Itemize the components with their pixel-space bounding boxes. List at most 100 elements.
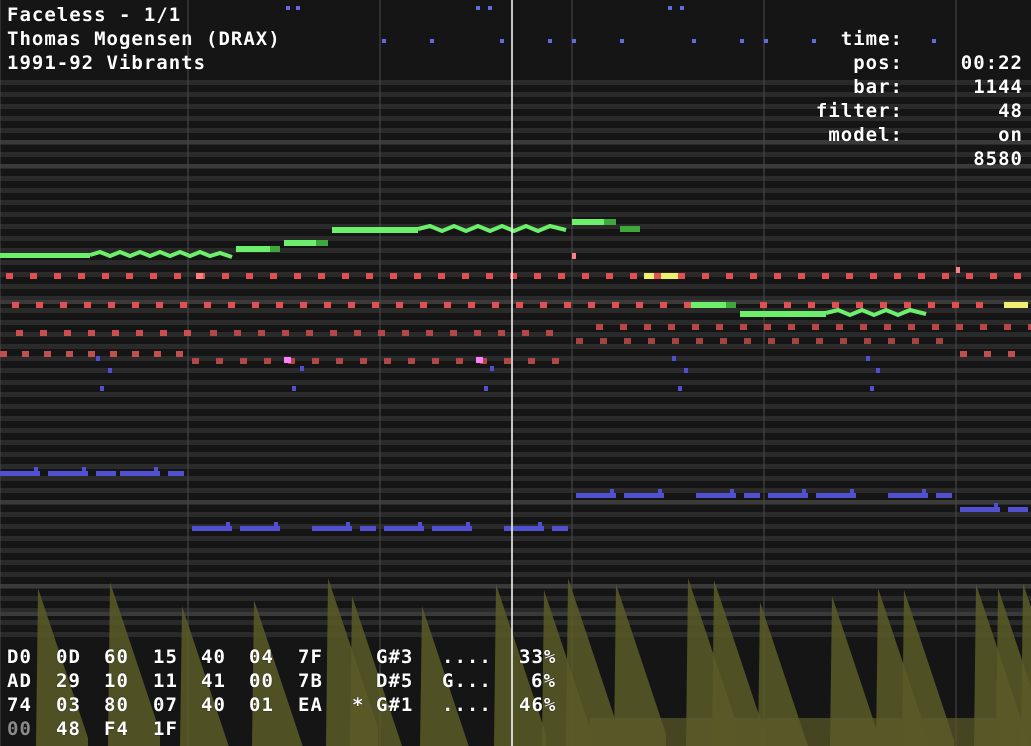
bass-slide bbox=[538, 522, 542, 526]
octave-stripe bbox=[0, 300, 1031, 304]
mid-note bbox=[180, 302, 187, 308]
song-author: Thomas Mogensen (DRAX) bbox=[7, 28, 281, 50]
reg-byte: 15 bbox=[153, 646, 178, 668]
row-stripe bbox=[0, 260, 1031, 265]
mid-note bbox=[102, 273, 109, 279]
row-stripe bbox=[0, 632, 1031, 637]
bass-slide bbox=[226, 522, 230, 526]
mid-note bbox=[888, 338, 895, 344]
mid-note bbox=[234, 330, 241, 336]
mid-note bbox=[860, 324, 867, 330]
bass-slide bbox=[610, 489, 614, 493]
mid-note bbox=[534, 273, 541, 279]
bass-note bbox=[576, 493, 616, 498]
mid-note bbox=[156, 302, 163, 308]
mid-note bbox=[980, 324, 987, 330]
reg-byte: EA bbox=[298, 694, 323, 716]
mid-note bbox=[318, 273, 325, 279]
mid-note bbox=[444, 302, 451, 308]
mid-note bbox=[192, 358, 199, 364]
mid-note bbox=[402, 330, 409, 336]
mid-note bbox=[372, 302, 379, 308]
mid-note bbox=[726, 273, 733, 279]
mid-note bbox=[918, 273, 925, 279]
mid-note bbox=[516, 302, 523, 308]
row-stripe bbox=[0, 488, 1031, 493]
mid-note bbox=[342, 273, 349, 279]
row-stripe bbox=[0, 320, 1031, 325]
row-stripe bbox=[0, 476, 1031, 481]
bass-slide bbox=[658, 489, 662, 493]
mid-note bbox=[668, 324, 675, 330]
mid-note bbox=[438, 273, 445, 279]
mid-note bbox=[378, 330, 385, 336]
mid-note bbox=[420, 302, 427, 308]
mid-note bbox=[774, 273, 781, 279]
mid-note bbox=[822, 273, 829, 279]
row-stripe bbox=[0, 284, 1031, 289]
bass-note bbox=[744, 493, 760, 498]
lead-note-tail bbox=[726, 302, 736, 308]
reg-byte: 01 bbox=[249, 694, 274, 716]
row-stripe bbox=[0, 212, 1031, 217]
mid-note bbox=[126, 273, 133, 279]
mid-note bbox=[264, 358, 271, 364]
mid-note bbox=[624, 338, 631, 344]
mid-note bbox=[306, 330, 313, 336]
mid-note bbox=[1004, 324, 1011, 330]
mid-note bbox=[912, 338, 919, 344]
lead-note-tail bbox=[316, 240, 328, 246]
mid-note bbox=[784, 302, 791, 308]
filter-byte: 00 bbox=[7, 718, 32, 740]
mid-note bbox=[660, 302, 667, 308]
row-stripe bbox=[0, 152, 1031, 157]
mid-note bbox=[558, 273, 565, 279]
mid-note bbox=[270, 273, 277, 279]
info-model-value: 8580 bbox=[973, 148, 1023, 170]
bass-blip bbox=[484, 386, 488, 391]
top-tick bbox=[692, 39, 696, 43]
row-stripe bbox=[0, 176, 1031, 181]
note-row-stripes bbox=[0, 80, 1031, 637]
lead-note-tail bbox=[604, 219, 616, 225]
bass-note bbox=[384, 526, 424, 531]
mid-note bbox=[154, 351, 161, 357]
mid-note bbox=[576, 338, 583, 344]
info-time: time: 00:22 bbox=[793, 3, 1023, 74]
mid-note bbox=[936, 338, 943, 344]
reg-byte: 0D bbox=[56, 646, 81, 668]
bass-note bbox=[312, 526, 352, 531]
mid-note bbox=[684, 302, 691, 308]
top-tick bbox=[476, 6, 480, 10]
bass-slide bbox=[850, 489, 854, 493]
mid-note bbox=[636, 302, 643, 308]
row-stripe bbox=[0, 572, 1031, 577]
bass-note bbox=[96, 471, 116, 476]
mid-note bbox=[744, 338, 751, 344]
row-stripe bbox=[0, 404, 1031, 409]
mid-note bbox=[498, 330, 505, 336]
mid-note bbox=[0, 351, 7, 357]
reg-byte: AD bbox=[7, 670, 32, 692]
mid-note bbox=[468, 302, 475, 308]
mid-note bbox=[174, 273, 181, 279]
top-tick bbox=[740, 39, 744, 43]
voice-flags: .... bbox=[442, 694, 492, 716]
mid-note bbox=[522, 330, 529, 336]
mid-note bbox=[426, 330, 433, 336]
mid-note bbox=[432, 358, 439, 364]
top-tick bbox=[488, 6, 492, 10]
mid-note bbox=[582, 273, 589, 279]
row-stripe bbox=[0, 452, 1031, 457]
mid-note bbox=[40, 330, 47, 336]
mid-note bbox=[408, 358, 415, 364]
reg-byte: 74 bbox=[7, 694, 32, 716]
bass-blip bbox=[684, 368, 688, 373]
bass-slide bbox=[802, 489, 806, 493]
mid-note bbox=[252, 302, 259, 308]
reg-byte: 29 bbox=[56, 670, 81, 692]
mid-note bbox=[22, 351, 29, 357]
sid-visualizer-window: { "song": { "title": "Faceless - 1/1", "… bbox=[0, 0, 1031, 746]
lead-note bbox=[236, 246, 270, 252]
song-released: 1991-92 Vibrants bbox=[7, 52, 207, 74]
